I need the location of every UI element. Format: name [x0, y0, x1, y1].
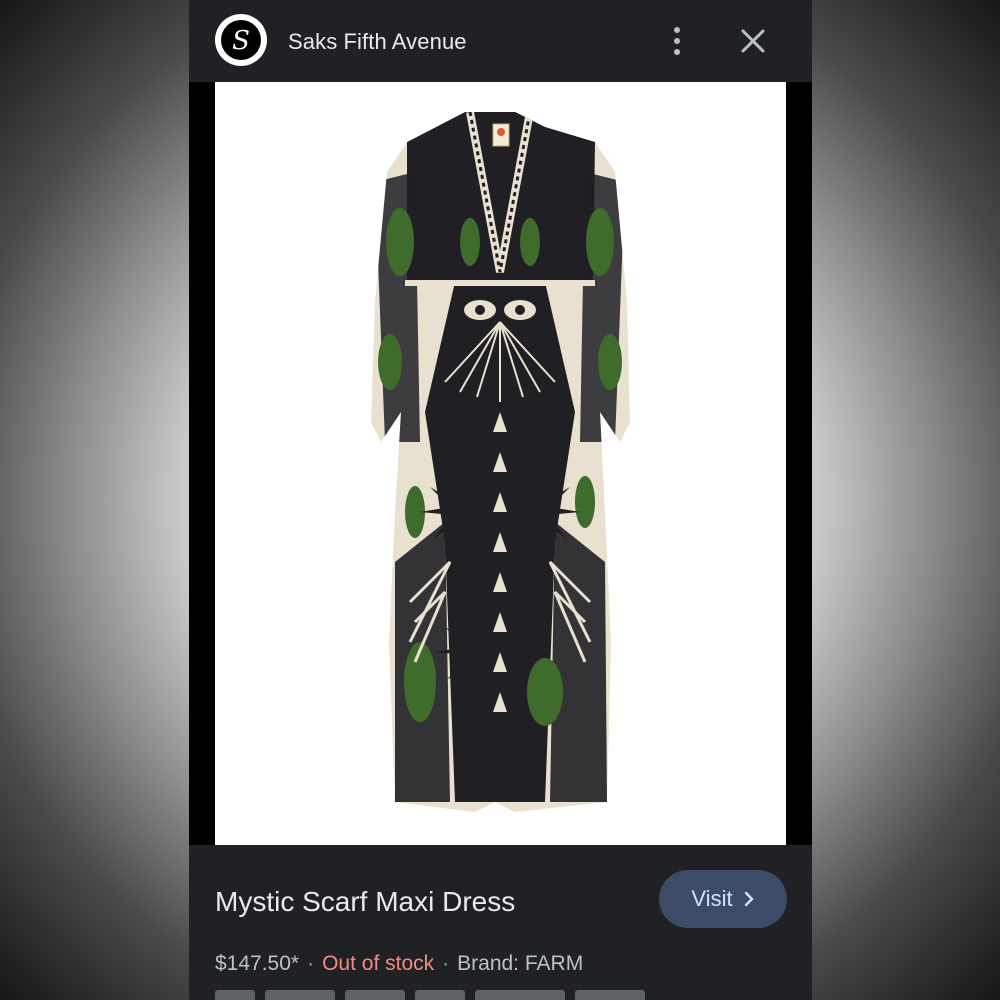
separator: ·	[307, 952, 315, 975]
product-brand: Brand: FARM	[457, 952, 584, 975]
product-meta: $147.50* · Out of stock · Brand: FARM	[215, 952, 583, 976]
description-cutoff	[215, 990, 675, 1000]
visit-button[interactable]: Visit	[659, 870, 787, 928]
chevron-right-icon	[744, 891, 753, 907]
visit-button-label: Visit	[691, 886, 733, 911]
separator: ·	[442, 952, 450, 975]
site-name: Saks Fifth Avenue	[288, 29, 467, 54]
close-icon[interactable]	[738, 26, 768, 56]
phone-screen: S Saks Fifth Avenue Mystic Scarf Maxi Dr…	[189, 0, 812, 1000]
svg-text:S: S	[232, 26, 250, 56]
header-bar: S Saks Fifth Avenue	[189, 0, 812, 82]
product-title: Mystic Scarf Maxi Dress	[215, 886, 516, 917]
saks-logo-icon: S	[232, 26, 250, 56]
product-price: $147.50*	[215, 952, 300, 975]
product-image[interactable]	[215, 82, 786, 845]
stock-status: Out of stock	[322, 952, 435, 975]
dress-image	[371, 112, 630, 812]
product-image-frame	[189, 82, 812, 845]
site-logo: S	[215, 14, 267, 66]
more-vert-icon[interactable]	[665, 24, 689, 58]
